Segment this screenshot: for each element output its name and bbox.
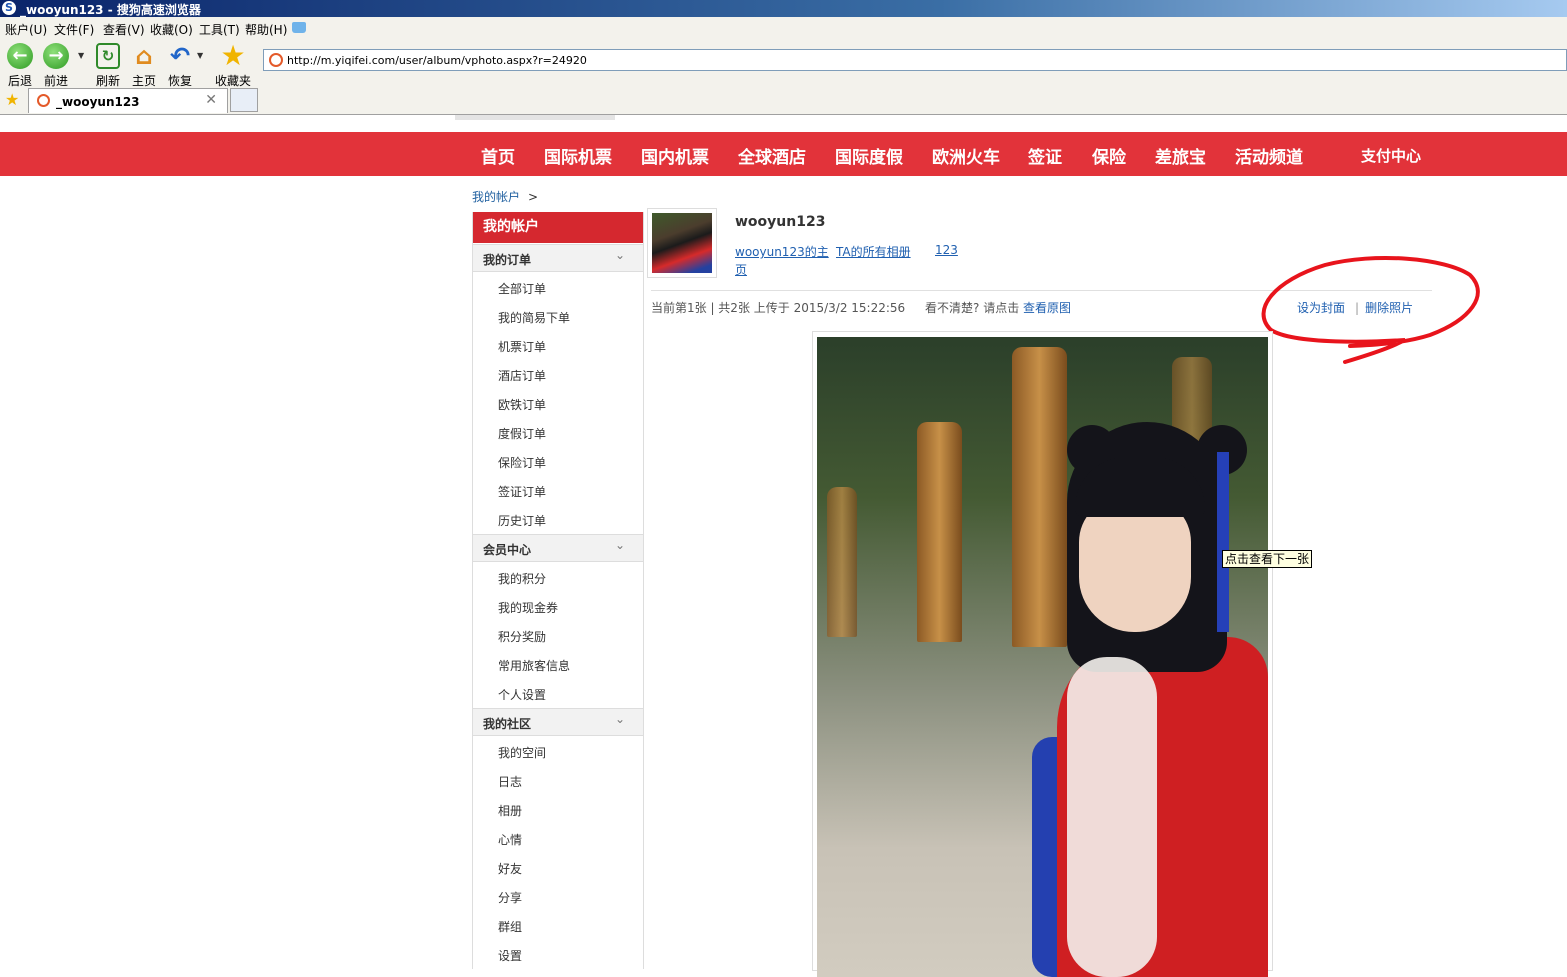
home-icon: ⌂: [135, 42, 153, 70]
nav-payment[interactable]: 支付中心: [1361, 145, 1421, 166]
sidebar-item[interactable]: 好友: [498, 860, 522, 877]
nav-holidays[interactable]: 国际度假: [835, 143, 903, 168]
page-top-strip: [0, 115, 1567, 132]
photo-info: 当前第1张 | 共2张 上传于 2015/3/2 15:22:56 看不清楚? …: [651, 299, 1071, 316]
nav-hotels[interactable]: 全球酒店: [738, 143, 806, 168]
window-titlebar: S _wooyun123 - 搜狗高速浏览器: [0, 0, 1567, 17]
sidebar-item[interactable]: 签证订单: [498, 483, 546, 500]
user-home-link-cont[interactable]: 页: [735, 261, 747, 278]
back-button[interactable]: ← 后退: [0, 43, 40, 89]
address-bar[interactable]: http://m.yiqifei.com/user/album/vphoto.a…: [263, 49, 1567, 71]
section-community[interactable]: 我的社区 ⌄: [473, 708, 643, 736]
nav-business-travel[interactable]: 差旅宝: [1155, 143, 1206, 168]
menu-help[interactable]: 帮助(H): [245, 21, 287, 38]
sidebar-item[interactable]: 群组: [498, 918, 522, 935]
sidebar-item[interactable]: 常用旅客信息: [498, 657, 570, 674]
nav-insurance[interactable]: 保险: [1092, 143, 1126, 168]
breadcrumb-root[interactable]: 我的帐户: [472, 190, 520, 204]
forward-button[interactable]: → 前进: [36, 43, 76, 89]
next-photo-tooltip: 点击查看下一张: [1222, 550, 1313, 568]
sidebar-item[interactable]: 日志: [498, 773, 522, 790]
tab-title: _wooyun123: [56, 95, 140, 109]
avatar[interactable]: [647, 208, 717, 278]
tab-bar: ★ _wooyun123 ✕: [0, 87, 1567, 115]
refresh-icon: ↻: [96, 43, 120, 69]
avatar-image: [652, 213, 712, 273]
sidebar-item[interactable]: 心情: [498, 831, 522, 848]
photo-counter: 当前第1张 | 共2张 上传于 2015/3/2 15:22:56: [651, 301, 906, 315]
sidebar-item[interactable]: 欧铁订单: [498, 396, 546, 413]
view-original-link[interactable]: 查看原图: [1023, 301, 1071, 315]
user-home-link[interactable]: wooyun123的主: [735, 243, 829, 260]
sidebar-item[interactable]: 相册: [498, 802, 522, 819]
nav-domestic-flights[interactable]: 国内机票: [641, 143, 709, 168]
new-tab-button[interactable]: [230, 88, 258, 112]
sidebar-item[interactable]: 历史订单: [498, 512, 546, 529]
album-link[interactable]: 123: [935, 243, 958, 257]
sidebar-item[interactable]: 我的空间: [498, 744, 546, 761]
favorites-star-icon[interactable]: ★: [5, 90, 19, 109]
chevron-down-icon: ⌄: [614, 248, 625, 262]
back-arrow-icon: ←: [7, 43, 33, 69]
menu-file[interactable]: 文件(F): [54, 21, 94, 38]
menu-view[interactable]: 查看(V): [103, 21, 145, 38]
address-url[interactable]: http://m.yiqifei.com/user/album/vphoto.a…: [287, 54, 587, 67]
sidebar-item[interactable]: 全部订单: [498, 280, 546, 297]
forward-dropdown-icon[interactable]: ▼: [78, 51, 84, 60]
sidebar-item[interactable]: 积分奖励: [498, 628, 546, 645]
nav-activities[interactable]: 活动频道: [1235, 143, 1303, 168]
photo-image[interactable]: [817, 337, 1268, 977]
forward-arrow-icon: →: [43, 43, 69, 69]
menu-account[interactable]: 账户(U): [5, 21, 47, 38]
chevron-down-icon: ⌄: [614, 538, 625, 552]
chevron-down-icon: ⌄: [614, 712, 625, 726]
sidebar-header: 我的帐户: [473, 212, 643, 243]
undo-icon: ↶: [169, 42, 191, 70]
section-orders[interactable]: 我的订单 ⌄: [473, 244, 643, 272]
sidebar-item[interactable]: 我的积分: [498, 570, 546, 587]
username: wooyun123: [735, 214, 826, 230]
skin-icon[interactable]: [292, 22, 306, 33]
home-button[interactable]: ⌂ 主页: [124, 43, 164, 89]
nav-visa[interactable]: 签证: [1028, 143, 1062, 168]
sidebar-item[interactable]: 设置: [498, 947, 522, 964]
sidebar-item[interactable]: 保险订单: [498, 454, 546, 471]
unclear-hint: 看不清楚? 请点击: [925, 301, 1020, 315]
window-title: _wooyun123 - 搜狗高速浏览器: [20, 3, 201, 17]
main-nav: 首页 国际机票 国内机票 全球酒店 国际度假 欧洲火车 签证 保险 差旅宝 活动…: [0, 132, 1567, 176]
breadcrumb-separator: >: [528, 190, 539, 204]
all-albums-link[interactable]: TA的所有相册: [836, 243, 911, 260]
refresh-button[interactable]: ↻ 刷新: [88, 43, 128, 89]
sidebar-item[interactable]: 我的简易下单: [498, 309, 570, 326]
star-icon: ★: [220, 39, 246, 72]
annotation-circle: [1261, 255, 1480, 364]
photo-frame: [812, 331, 1273, 977]
nav-intl-flights[interactable]: 国际机票: [544, 143, 612, 168]
site-favicon-icon: [269, 53, 283, 67]
sidebar-item[interactable]: 个人设置: [498, 686, 546, 703]
tab-active[interactable]: _wooyun123 ✕: [28, 88, 228, 113]
sidebar-item[interactable]: 度假订单: [498, 425, 546, 442]
section-member[interactable]: 会员中心 ⌄: [473, 534, 643, 562]
menu-tools[interactable]: 工具(T): [199, 21, 240, 38]
nav-home[interactable]: 首页: [481, 143, 515, 168]
sidebar-item[interactable]: 分享: [498, 889, 522, 906]
browser-logo-icon: S: [2, 1, 16, 15]
tab-favicon-icon: [37, 94, 50, 107]
restore-dropdown-icon[interactable]: ▼: [197, 51, 203, 60]
close-tab-icon[interactable]: ✕: [205, 92, 217, 108]
sidebar: 我的帐户 我的订单 ⌄ 全部订单 我的简易下单 机票订单 酒店订单 欧铁订单 度…: [472, 212, 644, 969]
menu-favorites[interactable]: 收藏(O): [150, 21, 193, 38]
favorites-button[interactable]: ★ 收藏夹: [213, 39, 253, 89]
sidebar-item[interactable]: 酒店订单: [498, 367, 546, 384]
sidebar-item[interactable]: 我的现金券: [498, 599, 558, 616]
nav-euro-rail[interactable]: 欧洲火车: [932, 143, 1000, 168]
breadcrumb: 我的帐户 >: [472, 188, 538, 205]
restore-button[interactable]: ↶ 恢复: [160, 43, 200, 89]
sidebar-item[interactable]: 机票订单: [498, 338, 546, 355]
menu-bar: 账户(U) 文件(F) 查看(V) 收藏(O) 工具(T) 帮助(H): [0, 17, 1567, 39]
